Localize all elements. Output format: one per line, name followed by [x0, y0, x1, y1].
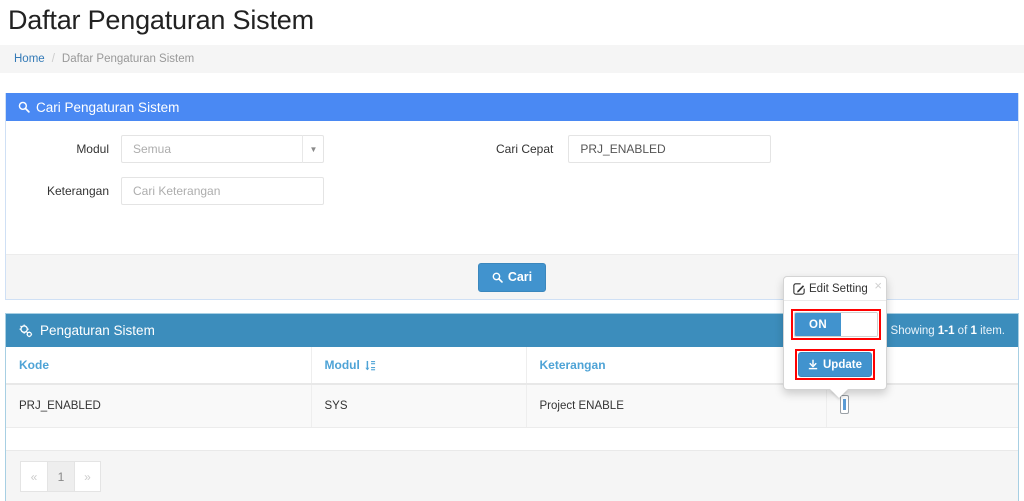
column-header-keterangan-label: Keterangan	[539, 358, 606, 372]
modul-label: Modul	[76, 142, 109, 156]
pagination-next[interactable]: »	[74, 461, 101, 492]
grid-summary-middle: of	[954, 324, 971, 337]
form-row-2: Keterangan Cari Keterangan	[6, 177, 1018, 205]
pagination: « 1 »	[20, 461, 101, 492]
cell-keterangan: Project ENABLE	[526, 384, 827, 428]
gears-icon	[19, 324, 33, 338]
grid-summary-prefix: Showing	[890, 324, 938, 337]
table-spacer	[6, 428, 1018, 450]
grid-footer: « 1 »	[6, 450, 1018, 501]
table-row[interactable]: PRJ_ENABLED SYS Project ENABLE	[6, 384, 1018, 428]
close-icon[interactable]: ×	[874, 279, 882, 292]
breadcrumb: Home / Daftar Pengaturan Sistem	[0, 45, 1024, 73]
popover-body: ON Update	[784, 301, 886, 389]
popover-actions: Update	[791, 349, 879, 380]
column-header-modul[interactable]: Modul	[311, 347, 527, 385]
grid-summary-range: 1-1	[937, 324, 955, 337]
breadcrumb-home-link[interactable]: Home	[14, 53, 45, 65]
search-panel-header: Cari Pengaturan Sistem	[6, 93, 1018, 121]
grid-summary-suffix: item.	[976, 324, 1005, 337]
search-icon	[18, 101, 30, 113]
column-header-kode-label: Kode	[19, 358, 49, 372]
cari-cepat-field-group: Cari Cepat PRJ_ENABLED	[496, 135, 772, 163]
update-button-label: Update	[823, 358, 862, 371]
cari-cepat-label: Cari Cepat	[496, 142, 554, 156]
pagination-page-1[interactable]: 1	[47, 461, 74, 492]
search-panel-body: Modul Semua ▼ Cari Cepat PRJ_ENABLED Ket…	[6, 121, 1018, 254]
toggle-on-label: ON	[795, 313, 841, 336]
search-icon	[492, 272, 503, 283]
toggle-highlight: ON	[791, 309, 881, 340]
update-highlight: Update	[795, 349, 875, 380]
cari-cepat-input[interactable]: PRJ_ENABLED	[568, 135, 772, 163]
grid-panel-title-group: Pengaturan Sistem	[19, 323, 155, 338]
setting-toggle-switch[interactable]: ON	[794, 312, 878, 337]
search-panel: Cari Pengaturan Sistem Modul Semua ▼ Car…	[5, 93, 1019, 300]
popover-title-label: Edit Setting	[809, 283, 868, 295]
keterangan-input[interactable]: Cari Keterangan	[121, 177, 324, 205]
keterangan-field-group: Keterangan Cari Keterangan	[6, 177, 324, 205]
chevron-down-icon[interactable]: ▼	[302, 135, 324, 163]
edit-setting-popover: Edit Setting × ON Update	[783, 276, 887, 398]
cari-button[interactable]: Cari	[477, 262, 547, 292]
breadcrumb-current: Daftar Pengaturan Sistem	[61, 53, 195, 65]
search-panel-title: Cari Pengaturan Sistem	[36, 99, 180, 115]
cell-modul: SYS	[311, 384, 527, 428]
popover-arrow	[830, 389, 848, 398]
column-header-kode[interactable]: Kode	[6, 347, 312, 385]
edit-square-icon	[793, 283, 805, 295]
cari-button-label: Cari	[507, 270, 533, 284]
modul-select-wrapper[interactable]: Semua ▼	[121, 135, 324, 163]
column-header-keterangan[interactable]: Keterangan	[526, 347, 827, 385]
update-button[interactable]: Update	[798, 352, 872, 377]
modul-field-group: Modul Semua ▼	[6, 135, 324, 163]
column-header-modul-label: Modul	[324, 358, 360, 372]
breadcrumb-separator: /	[51, 53, 55, 65]
cell-nilai[interactable]	[826, 384, 1018, 428]
grid-summary: Showing 1-1 of 1 item.	[891, 325, 1005, 337]
grid-panel-heading: Pengaturan Sistem	[40, 323, 155, 338]
page-title: Daftar Pengaturan Sistem	[8, 5, 314, 35]
popover-header: Edit Setting ×	[784, 277, 886, 301]
pagination-prev[interactable]: «	[20, 461, 47, 492]
download-icon	[808, 359, 818, 370]
toggle-knob[interactable]	[841, 313, 877, 336]
form-row-1: Modul Semua ▼ Cari Cepat PRJ_ENABLED	[6, 135, 1018, 163]
sort-alpha-down-icon[interactable]	[365, 360, 376, 372]
modul-select[interactable]: Semua	[121, 135, 324, 163]
app-page: Daftar Pengaturan Sistem Home / Daftar P…	[0, 0, 1024, 501]
table-body: PRJ_ENABLED SYS Project ENABLE	[6, 384, 1018, 428]
keterangan-label: Keterangan	[46, 184, 109, 198]
cell-kode: PRJ_ENABLED	[6, 384, 312, 428]
